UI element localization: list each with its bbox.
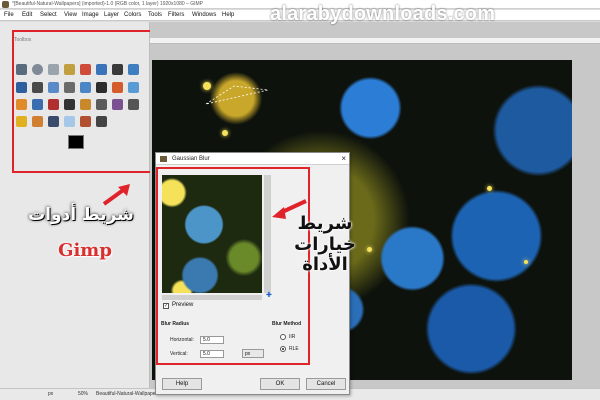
pencil-icon[interactable] — [16, 99, 27, 110]
menu-view[interactable]: View — [64, 12, 77, 18]
light-spot — [487, 186, 492, 191]
top-ruler — [150, 38, 600, 44]
measure-icon[interactable] — [16, 82, 27, 93]
gimp-app-icon — [2, 1, 9, 8]
menu-colors[interactable]: Colors — [124, 12, 141, 18]
foreground-color-icon[interactable] — [68, 135, 84, 149]
menu-layer[interactable]: Layer — [104, 12, 119, 18]
smudge-icon[interactable] — [128, 99, 139, 110]
select-by-color-icon[interactable] — [48, 116, 59, 127]
crop-icon[interactable] — [64, 82, 75, 93]
menu-filters[interactable]: Filters — [168, 12, 184, 18]
heal-icon[interactable] — [112, 99, 123, 110]
text-icon[interactable] — [96, 82, 107, 93]
color-picker-icon[interactable] — [112, 64, 123, 75]
selection-outline — [205, 85, 269, 105]
menu-edit[interactable]: Edit — [22, 12, 32, 18]
lasso-icon[interactable] — [48, 64, 59, 75]
dialog-titlebar: Gaussian Blur × — [156, 153, 349, 165]
move-icon[interactable] — [32, 82, 43, 93]
rotate-icon[interactable] — [80, 82, 91, 93]
menu-select[interactable]: Select — [40, 12, 57, 18]
blur-icon[interactable] — [32, 116, 43, 127]
help-button[interactable]: Help — [162, 378, 202, 390]
tool-options-callout: شريط خيارات الأداة — [294, 213, 356, 276]
close-icon[interactable]: × — [341, 154, 346, 163]
window-title: *[Beautiful-Natural-Wallpapers] (importe… — [12, 1, 204, 7]
eraser-icon[interactable] — [48, 99, 59, 110]
dialog-title: Gaussian Blur — [172, 156, 210, 162]
paint-icon[interactable] — [96, 116, 107, 127]
ink-icon[interactable] — [80, 99, 91, 110]
toolbox-callout: شريط أدوات — [28, 205, 134, 225]
paintbrush-icon[interactable] — [32, 99, 43, 110]
water-drop-icon[interactable] — [64, 116, 75, 127]
zoom-icon[interactable] — [128, 64, 139, 75]
menu-windows[interactable]: Windows — [192, 12, 216, 18]
cancel-button[interactable]: Cancel — [306, 378, 346, 390]
ok-button[interactable]: OK — [260, 378, 300, 390]
paths-icon[interactable] — [96, 64, 107, 75]
light-spot — [222, 130, 228, 136]
menu-image[interactable]: Image — [82, 12, 99, 18]
select-ellipse-icon[interactable] — [32, 64, 43, 75]
status-zoom[interactable]: 50% — [78, 391, 88, 397]
status-units[interactable]: px — [48, 391, 53, 397]
scissors-icon[interactable] — [80, 64, 91, 75]
clone-icon[interactable] — [96, 99, 107, 110]
hand-tool-icon[interactable] — [80, 116, 91, 127]
menu-file[interactable]: File — [4, 12, 14, 18]
align-icon[interactable] — [48, 82, 59, 93]
menu-help[interactable]: Help — [222, 12, 234, 18]
site-watermark: alarabydownloads.com — [270, 3, 496, 25]
airbrush-icon[interactable] — [64, 99, 75, 110]
menu-tools[interactable]: Tools — [148, 12, 162, 18]
gimp-app-icon — [160, 156, 167, 162]
dodge-burn-icon[interactable] — [16, 116, 27, 127]
light-spot — [524, 260, 528, 264]
blend-icon[interactable] — [128, 82, 139, 93]
status-layer-name: Beautiful-Natural-Wallpapers — [96, 391, 160, 397]
gimp-callout: Gimp — [58, 240, 112, 261]
bucket-fill-icon[interactable] — [112, 82, 123, 93]
fuzzy-select-icon[interactable] — [64, 64, 75, 75]
select-rect-icon[interactable] — [16, 64, 27, 75]
